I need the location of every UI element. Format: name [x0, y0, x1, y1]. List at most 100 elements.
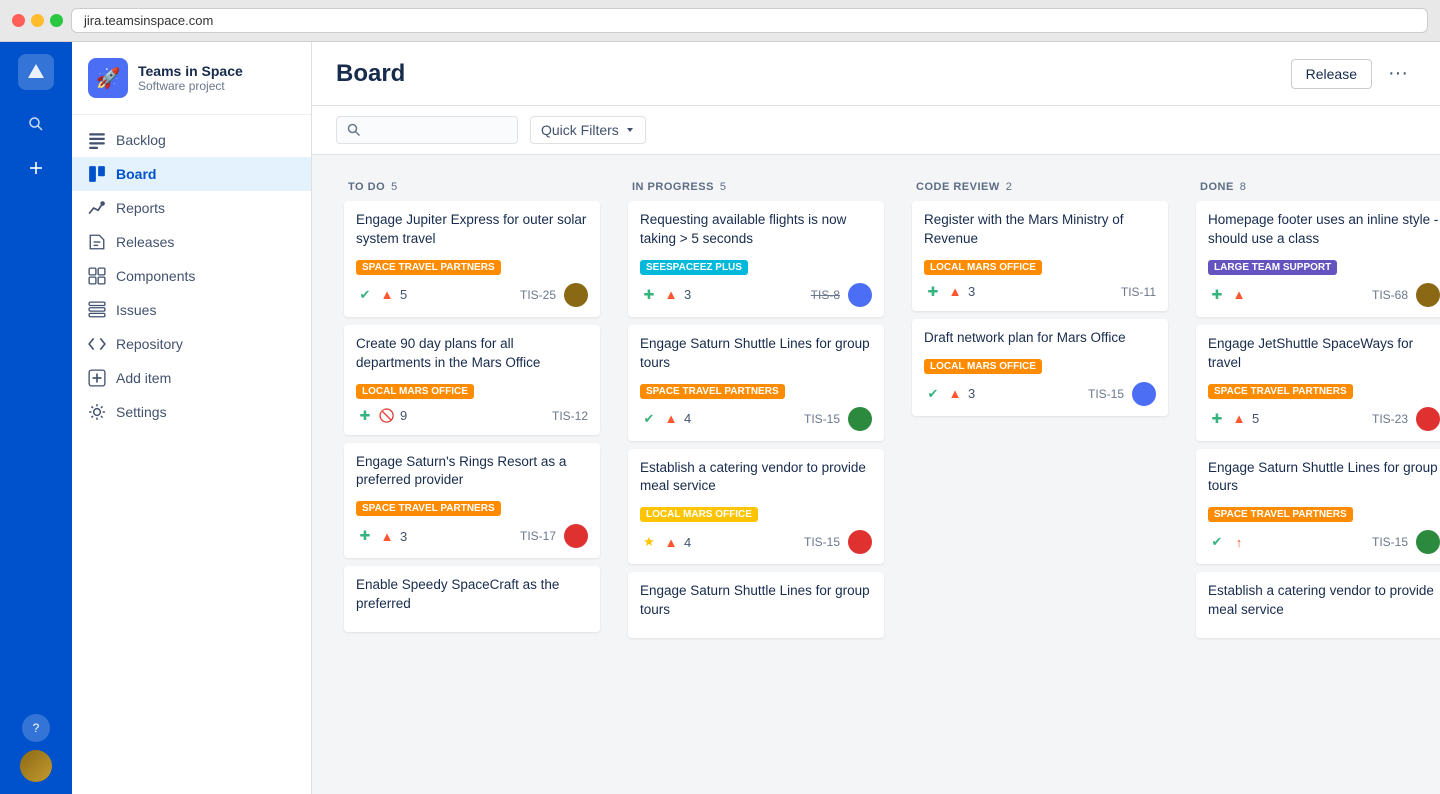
user-avatar-rail[interactable] [20, 750, 52, 782]
card-footer: ✔ ▲ 5 TIS-25 [356, 283, 588, 307]
search-icon [347, 123, 361, 137]
card-id: TIS-17 [520, 529, 556, 543]
card-count: 4 [684, 535, 691, 550]
column-inprogress-title: IN PROGRESS [632, 181, 714, 193]
priority-icon: ▲ [662, 533, 680, 551]
project-type: Software project [138, 79, 243, 93]
card-count: 9 [400, 408, 407, 423]
add-item-label: Add item [116, 370, 171, 386]
card-label: LOCAL MARS OFFICE [924, 359, 1042, 374]
card-title: Engage Saturn Shuttle Lines for group to… [1208, 459, 1440, 497]
priority-icon: ▲ [1230, 410, 1248, 428]
chevron-down-icon [625, 125, 635, 135]
card-tis11[interactable]: Register with the Mars Ministry of Reven… [912, 201, 1168, 311]
story-icon: ✚ [640, 286, 658, 304]
card-count: 3 [968, 386, 975, 401]
card-tis12[interactable]: Create 90 day plans for all departments … [344, 325, 600, 435]
search-input[interactable] [367, 122, 507, 138]
sidebar-item-backlog[interactable]: Backlog [72, 123, 311, 157]
search-box[interactable] [336, 116, 518, 144]
board-area: TO DO 5 Engage Jupiter Express for outer… [312, 155, 1440, 794]
repository-label: Repository [116, 336, 183, 352]
sidebar-item-repository[interactable]: Repository [72, 327, 311, 361]
card-tis8[interactable]: Requesting available flights is now taki… [628, 201, 884, 317]
card-done-4[interactable]: Establish a catering vendor to provide m… [1196, 572, 1440, 638]
story-icon: ✚ [924, 283, 942, 301]
sidebar-nav: Backlog Board Reports Releases [72, 115, 311, 437]
card-tis15-inprogress[interactable]: Engage Saturn Shuttle Lines for group to… [628, 325, 884, 441]
card-tis15-done[interactable]: Engage Saturn Shuttle Lines for group to… [1196, 449, 1440, 565]
sidebar-item-add-item[interactable]: Add item [72, 361, 311, 395]
card-avatar [564, 283, 588, 307]
main-header: Board Release ··· [312, 42, 1440, 106]
card-count: 5 [1252, 411, 1259, 426]
add-item-icon [88, 369, 106, 387]
column-inprogress-count: 5 [720, 181, 726, 193]
minimize-dot[interactable] [31, 14, 44, 27]
app-logo [18, 54, 54, 90]
story-icon: ✚ [356, 527, 374, 545]
card-meta: TIS-8 [811, 283, 872, 307]
sidebar: 🚀 Teams in Space Software project Backlo… [72, 42, 312, 794]
card-title: Engage Jupiter Express for outer solar s… [356, 211, 588, 249]
card-icons: ✚ ▲ 3 [640, 286, 691, 304]
quick-filters-button[interactable]: Quick Filters [530, 116, 646, 144]
components-icon [88, 267, 106, 285]
header-actions: Release ··· [1291, 58, 1416, 89]
story-icon: ✚ [1208, 286, 1226, 304]
card-tis23[interactable]: Engage JetShuttle SpaceWays for travel S… [1196, 325, 1440, 441]
card-meta: TIS-23 [1372, 407, 1440, 431]
close-dot[interactable] [12, 14, 25, 27]
repository-icon [88, 335, 106, 353]
card-tis17[interactable]: Engage Saturn's Rings Resort as a prefer… [344, 443, 600, 559]
app-container: ? 🚀 Teams in Space Software project Back… [0, 42, 1440, 794]
more-options-button[interactable]: ··· [1380, 58, 1416, 89]
browser-dots [12, 14, 63, 27]
column-inprogress-header: IN PROGRESS 5 [620, 171, 892, 201]
priority-icon: ▲ [662, 410, 680, 428]
card-id: TIS-15 [804, 535, 840, 549]
board-label: Board [116, 166, 156, 182]
components-label: Components [116, 268, 195, 284]
card-tis25[interactable]: Engage Jupiter Express for outer solar s… [344, 201, 600, 317]
card-icons: ✚ ▲ [1208, 286, 1248, 304]
card-footer: ✚ ▲ 3 TIS-11 [924, 283, 1156, 301]
card-title: Requesting available flights is now taki… [640, 211, 872, 249]
block-icon: 🚫 [378, 407, 396, 425]
card-tis15-codereview[interactable]: Draft network plan for Mars Office LOCAL… [912, 319, 1168, 416]
sidebar-item-board[interactable]: Board [72, 157, 311, 191]
reports-label: Reports [116, 200, 165, 216]
card-inprogress-4[interactable]: Engage Saturn Shuttle Lines for group to… [628, 572, 884, 638]
priority-icon: ▲ [946, 283, 964, 301]
story-icon: ✔ [356, 286, 374, 304]
column-codereview-count: 2 [1006, 181, 1012, 193]
card-title: Establish a catering vendor to provide m… [640, 459, 872, 497]
card-label: LOCAL MARS OFFICE [924, 260, 1042, 275]
card-id: TIS-15 [804, 412, 840, 426]
check-icon: ✔ [1208, 533, 1226, 551]
card-title: Engage JetShuttle SpaceWays for travel [1208, 335, 1440, 373]
column-codereview-title: CODE REVIEW [916, 181, 1000, 193]
card-label: SEESPACEEZ PLUS [640, 260, 748, 275]
toolbar: Quick Filters [312, 106, 1440, 155]
sidebar-item-components[interactable]: Components [72, 259, 311, 293]
sidebar-item-releases[interactable]: Releases [72, 225, 311, 259]
card-count: 4 [684, 411, 691, 426]
project-name: Teams in Space [138, 63, 243, 79]
releases-label: Releases [116, 234, 174, 250]
card-catering-inprogress[interactable]: Establish a catering vendor to provide m… [628, 449, 884, 565]
address-bar[interactable]: jira.teamsinspace.com [71, 8, 1428, 33]
release-button[interactable]: Release [1291, 59, 1372, 89]
card-todo-4[interactable]: Enable Speedy SpaceCraft as the preferre… [344, 566, 600, 632]
card-meta: TIS-12 [552, 409, 588, 423]
sidebar-item-reports[interactable]: Reports [72, 191, 311, 225]
search-rail-icon[interactable] [18, 106, 54, 142]
create-rail-icon[interactable] [18, 150, 54, 186]
sidebar-item-settings[interactable]: Settings [72, 395, 311, 429]
card-tis68[interactable]: Homepage footer uses an inline style - s… [1196, 201, 1440, 317]
sidebar-item-issues[interactable]: Issues [72, 293, 311, 327]
settings-label: Settings [116, 404, 167, 420]
check-icon: ✔ [924, 385, 942, 403]
help-icon[interactable]: ? [22, 714, 50, 742]
maximize-dot[interactable] [50, 14, 63, 27]
